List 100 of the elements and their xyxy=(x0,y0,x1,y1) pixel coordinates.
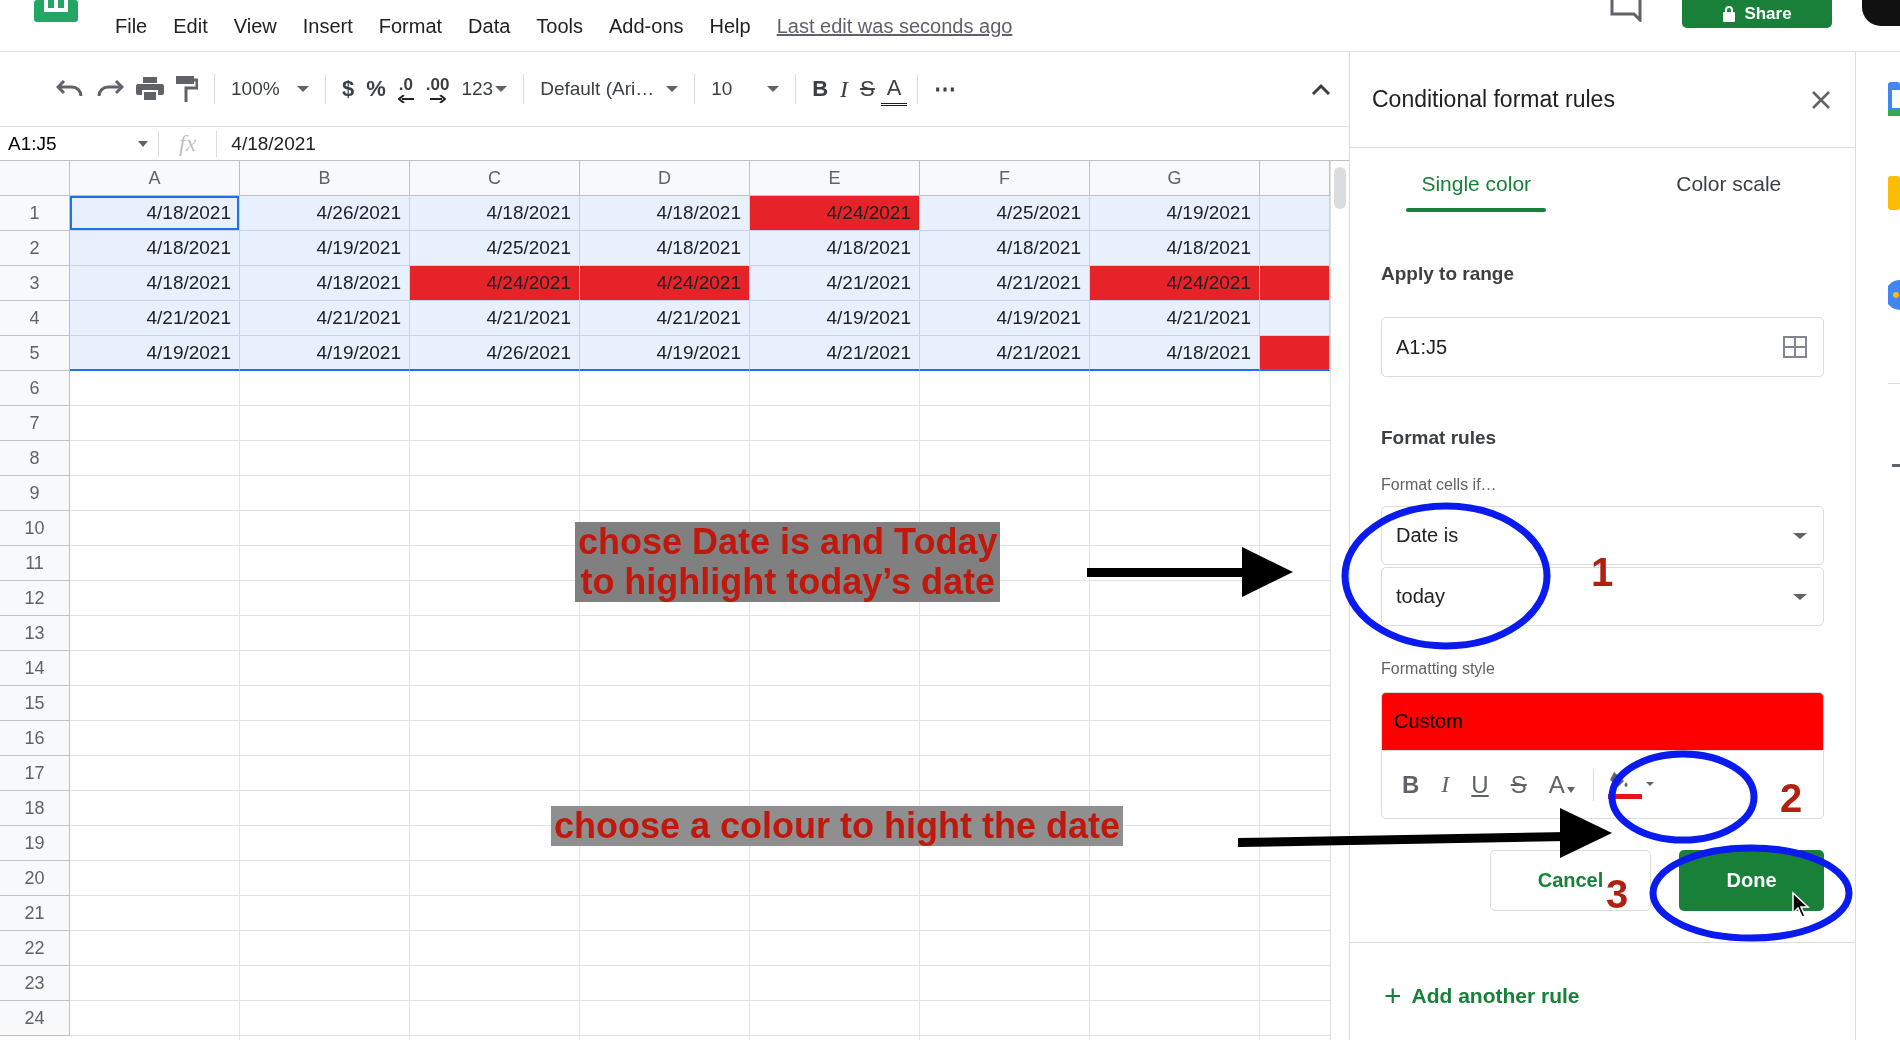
table-cell[interactable]: 4/18/2021 xyxy=(240,266,410,301)
add-rule-link[interactable]: + Add another rule xyxy=(1384,979,1855,1013)
plus-icon[interactable] xyxy=(1892,464,1900,468)
table-cell[interactable]: 4/19/2021 xyxy=(240,231,410,266)
strikethrough-button[interactable]: S xyxy=(1506,768,1531,801)
table-cell[interactable]: 4/18/2021 xyxy=(1090,336,1260,371)
range-field[interactable]: A1:J5 xyxy=(1381,317,1824,377)
table-cell[interactable]: 4/19/2021 xyxy=(580,336,750,371)
table-cell[interactable]: 4/24/2021 xyxy=(750,196,920,231)
column-header[interactable]: G xyxy=(1090,161,1260,196)
bold-button[interactable]: B xyxy=(806,72,835,106)
menu-item[interactable]: Tools xyxy=(536,15,584,38)
font-dropdown[interactable]: Default (Ari… xyxy=(534,74,685,104)
row-number[interactable]: 6 xyxy=(0,371,70,406)
menu-item[interactable]: Help xyxy=(709,15,751,38)
decrease-decimals-button[interactable]: .0 xyxy=(391,71,420,107)
table-cell[interactable]: 4/18/2021 xyxy=(70,266,240,301)
currency-button[interactable]: $ xyxy=(336,72,361,106)
table-cell[interactable]: 4/21/2021 xyxy=(70,301,240,336)
more-button[interactable]: ⋯ xyxy=(928,72,963,106)
row-number[interactable]: 7 xyxy=(0,406,70,441)
comment-icon[interactable] xyxy=(1610,0,1642,22)
name-box[interactable]: A1:J5 xyxy=(0,132,158,155)
table-cell[interactable]: 4/18/2021 xyxy=(1090,231,1260,266)
table-cell[interactable]: 4/25/2021 xyxy=(410,231,580,266)
font-size-dropdown[interactable]: 10 xyxy=(705,74,786,104)
row-number[interactable]: 13 xyxy=(0,616,70,651)
row-number[interactable]: 11 xyxy=(0,546,70,581)
text-color-button[interactable]: A xyxy=(880,72,908,106)
row-number[interactable]: 18 xyxy=(0,791,70,826)
table-cell[interactable]: 4/18/2021 xyxy=(580,196,750,231)
menu-item[interactable]: View xyxy=(233,15,277,38)
table-cell[interactable]: 4/19/2021 xyxy=(920,301,1090,336)
row-number[interactable]: 2 xyxy=(0,231,70,266)
highlighted-cell[interactable] xyxy=(1260,336,1330,371)
table-cell[interactable]: 4/18/2021 xyxy=(750,231,920,266)
row-number[interactable]: 17 xyxy=(0,756,70,791)
tab[interactable]: Color scale xyxy=(1602,148,1855,216)
row-number[interactable]: 24 xyxy=(0,1001,70,1036)
row-number[interactable]: 20 xyxy=(0,861,70,896)
table-cell[interactable]: 4/19/2021 xyxy=(240,336,410,371)
scrollbar-thumb[interactable] xyxy=(1334,167,1346,209)
menu-item[interactable]: File xyxy=(115,15,148,38)
last-edit-link[interactable]: Last edit was seconds ago xyxy=(776,13,1013,38)
menu-item[interactable]: Format xyxy=(378,15,443,38)
highlighted-cell[interactable] xyxy=(1260,196,1330,231)
column-header[interactable]: D xyxy=(580,161,750,196)
table-cell[interactable]: 4/18/2021 xyxy=(580,231,750,266)
table-cell[interactable]: 4/18/2021 xyxy=(70,231,240,266)
zoom-dropdown[interactable]: 100% xyxy=(225,74,315,104)
table-cell[interactable]: 4/19/2021 xyxy=(70,336,240,371)
table-cell[interactable]: 4/24/2021 xyxy=(410,266,580,301)
column-header[interactable]: E xyxy=(750,161,920,196)
column-header[interactable]: C xyxy=(410,161,580,196)
highlighted-cell[interactable] xyxy=(1260,266,1330,301)
table-cell[interactable]: 4/21/2021 xyxy=(1090,301,1260,336)
table-cell[interactable]: 4/26/2021 xyxy=(240,196,410,231)
italic-button[interactable]: I xyxy=(1437,769,1454,800)
column-header[interactable]: B xyxy=(240,161,410,196)
row-number[interactable]: 5 xyxy=(0,336,70,371)
tasks-icon[interactable] xyxy=(1888,280,1900,310)
table-cell[interactable]: 4/21/2021 xyxy=(580,301,750,336)
highlighted-cell[interactable] xyxy=(1260,301,1330,336)
collapse-icon[interactable] xyxy=(1311,83,1331,95)
menu-item[interactable]: Edit xyxy=(173,15,208,38)
menu-item[interactable]: Insert xyxy=(302,15,353,38)
table-cell[interactable]: 4/21/2021 xyxy=(410,301,580,336)
highlighted-cell[interactable] xyxy=(1260,231,1330,266)
row-number[interactable]: 1 xyxy=(0,196,70,231)
table-cell[interactable]: 4/18/2021 xyxy=(70,196,240,231)
row-number[interactable]: 8 xyxy=(0,441,70,476)
row-number[interactable]: 23 xyxy=(0,966,70,1001)
share-button[interactable]: Share xyxy=(1682,0,1832,28)
table-cell[interactable]: 4/25/2021 xyxy=(920,196,1090,231)
table-cell[interactable]: 4/21/2021 xyxy=(240,301,410,336)
menu-item[interactable]: Add-ons xyxy=(609,15,684,38)
menu-item[interactable]: Data xyxy=(468,15,511,38)
table-cell[interactable]: 4/21/2021 xyxy=(920,336,1090,371)
done-button[interactable]: Done xyxy=(1679,850,1824,911)
table-cell[interactable]: 4/21/2021 xyxy=(920,266,1090,301)
increase-decimals-button[interactable]: .00 xyxy=(419,71,456,107)
strikethrough-button[interactable]: S xyxy=(854,72,881,106)
column-header[interactable]: A xyxy=(70,161,240,196)
text-color-button[interactable]: A xyxy=(1544,768,1579,801)
italic-button[interactable]: I xyxy=(834,71,855,107)
row-number[interactable]: 9 xyxy=(0,476,70,511)
row-number[interactable]: 15 xyxy=(0,686,70,721)
table-cell[interactable]: 4/24/2021 xyxy=(580,266,750,301)
table-cell[interactable]: 4/24/2021 xyxy=(1090,266,1260,301)
number-format-dropdown[interactable]: 123 xyxy=(455,74,514,104)
row-number[interactable]: 21 xyxy=(0,896,70,931)
table-cell[interactable]: 4/26/2021 xyxy=(410,336,580,371)
row-number[interactable]: 10 xyxy=(0,511,70,546)
row-number[interactable]: 16 xyxy=(0,721,70,756)
row-number[interactable]: 4 xyxy=(0,301,70,336)
table-cell[interactable]: 4/19/2021 xyxy=(1090,196,1260,231)
column-header[interactable]: F xyxy=(920,161,1090,196)
calendar-icon[interactable] xyxy=(1888,82,1900,116)
formula-input[interactable]: 4/18/2021 xyxy=(231,132,316,155)
row-number[interactable]: 14 xyxy=(0,651,70,686)
